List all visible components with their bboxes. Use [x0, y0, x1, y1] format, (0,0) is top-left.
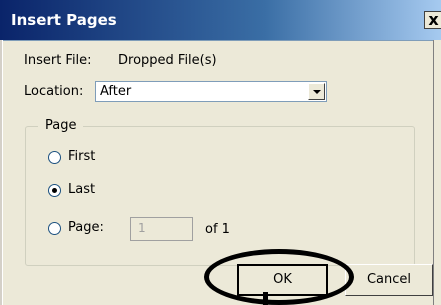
location-select-value: After: [100, 84, 132, 99]
location-label: Location:: [24, 84, 84, 99]
close-button[interactable]: x: [424, 11, 441, 29]
page-number-input[interactable]: 1: [130, 217, 193, 241]
dialog-title: Insert Pages: [11, 11, 117, 29]
ok-button[interactable]: OK: [237, 264, 328, 296]
title-bar: Insert Pages: [0, 0, 441, 41]
insert-file-label: Insert File:: [24, 53, 92, 68]
chevron-down-icon[interactable]: [308, 83, 325, 100]
window-frame-left: [0, 40, 3, 305]
page-count-text: of 1: [205, 222, 230, 237]
insert-file-value: Dropped File(s): [118, 53, 217, 68]
window-frame-right: [433, 40, 441, 305]
radio-last-label[interactable]: Last: [68, 182, 95, 197]
location-select[interactable]: After: [95, 81, 327, 102]
page-group-title: Page: [38, 118, 84, 133]
radio-page[interactable]: [48, 222, 61, 235]
radio-last[interactable]: [48, 184, 61, 197]
cancel-button[interactable]: Cancel: [345, 264, 433, 296]
radio-first[interactable]: [48, 151, 61, 164]
radio-first-label[interactable]: First: [68, 149, 95, 164]
radio-page-label[interactable]: Page:: [68, 220, 104, 235]
